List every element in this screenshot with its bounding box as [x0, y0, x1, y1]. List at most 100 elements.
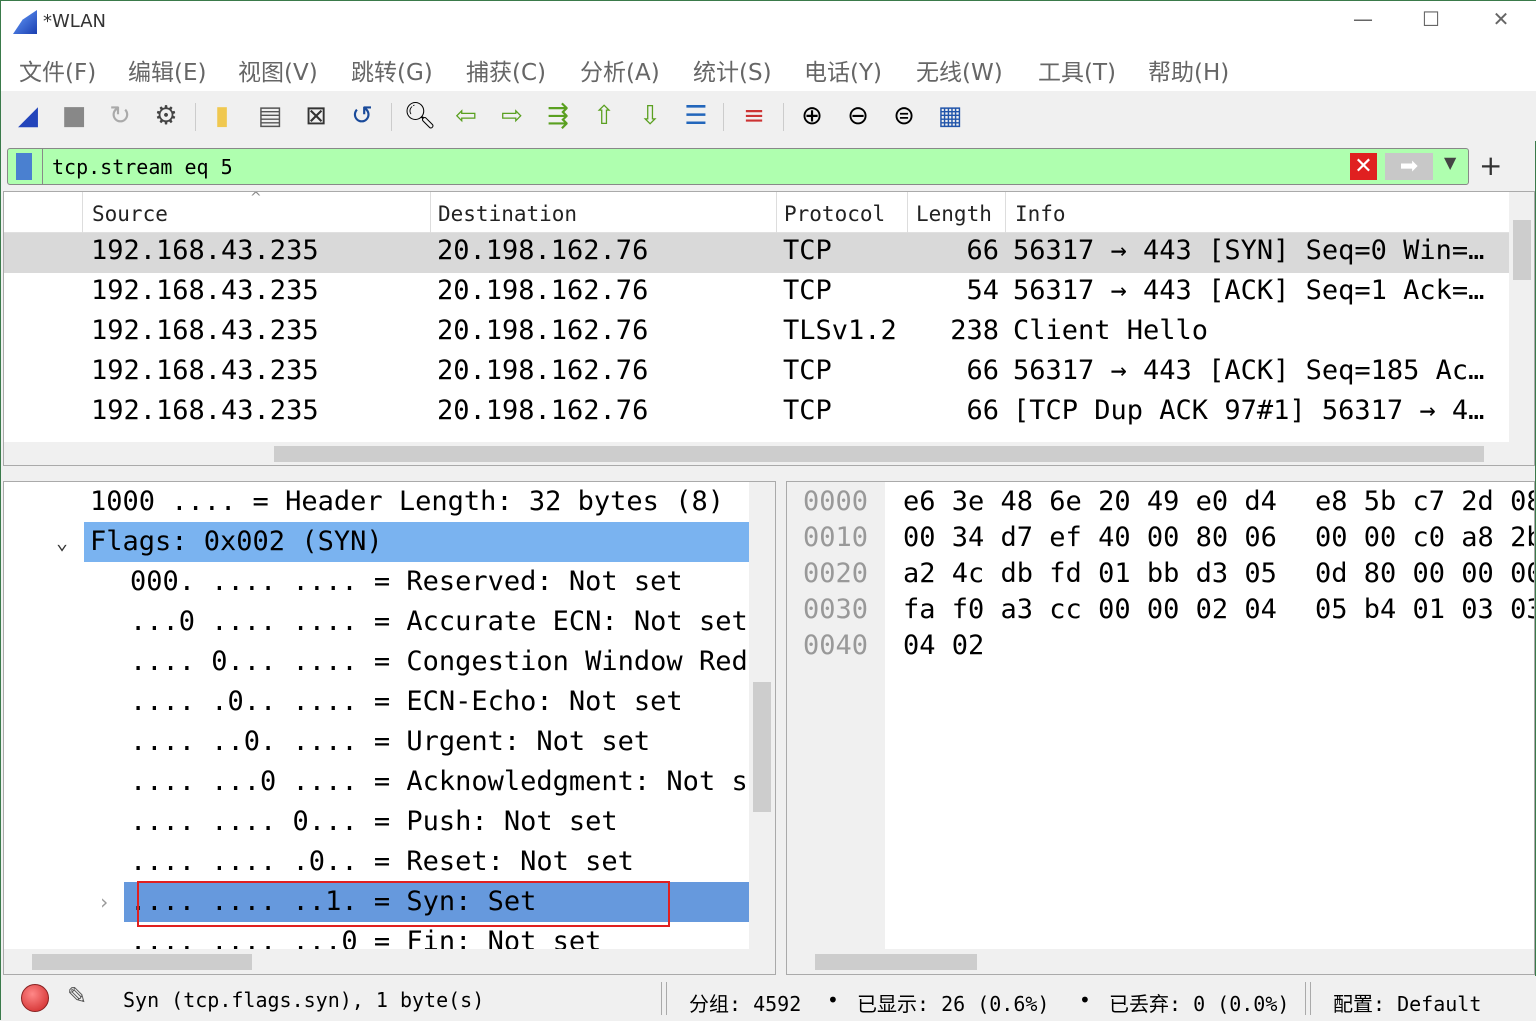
- add-filter-button[interactable]: +: [1479, 149, 1502, 182]
- tree-item[interactable]: ...0 .... .... = Accurate ECN: Not set: [130, 602, 748, 642]
- go-last-icon[interactable]: ⇩: [633, 99, 667, 133]
- tree-item[interactable]: 1000 .... = Header Length: 32 bytes (8): [90, 482, 724, 522]
- tree-item[interactable]: .... ...0 .... = Acknowledgment: Not set: [130, 762, 775, 802]
- hex-bytes[interactable]: 04 02: [903, 628, 984, 664]
- annotation-box: [137, 881, 670, 927]
- length: 54: [966, 275, 999, 306]
- hex-bytes[interactable]: a2 4c db fd 01 bb d3 05: [903, 556, 1277, 592]
- menu-analyze[interactable]: 分析(A): [580, 53, 660, 87]
- colorize-icon[interactable]: ≡: [737, 99, 771, 133]
- protocol: TCP: [783, 355, 832, 386]
- reload-file-icon[interactable]: ↺: [345, 99, 379, 133]
- status-packets: 分组: 4592: [689, 992, 802, 1016]
- column-length[interactable]: Length: [916, 202, 992, 226]
- menu-edit[interactable]: 编辑(E): [128, 53, 206, 87]
- column-info[interactable]: Info: [1015, 202, 1066, 226]
- column-protocol[interactable]: Protocol: [784, 202, 885, 226]
- filter-history-dropdown-icon[interactable]: ▼: [1444, 153, 1456, 172]
- go-back-icon[interactable]: ⇦: [449, 99, 483, 133]
- bytes-horizontal-scrollbar[interactable]: [787, 949, 1534, 974]
- maximize-button[interactable]: ☐: [1411, 7, 1451, 31]
- packet-list-horizontal-scrollbar[interactable]: [4, 442, 1534, 465]
- hex-bytes[interactable]: 05 b4 01 03 03: [1315, 592, 1534, 628]
- tree-item[interactable]: .... .... ...0 = Fin: Not set: [130, 922, 601, 950]
- resize-columns-icon[interactable]: ▦: [933, 99, 967, 133]
- capture-options-icon[interactable]: ⚙: [149, 99, 183, 133]
- menu-tools[interactable]: 工具(T): [1038, 53, 1116, 87]
- menu-view[interactable]: 视图(V): [238, 53, 318, 87]
- close-file-icon[interactable]: ⊠: [299, 99, 333, 133]
- status-profile[interactable]: 配置: Default: [1333, 988, 1481, 1017]
- display-filter-bar[interactable]: tcp.stream eq 5 ✕ ➡ ▼: [7, 148, 1469, 185]
- tree-item[interactable]: 000. .... .... = Reserved: Not set: [130, 562, 683, 602]
- destination: 20.198.162.76: [437, 275, 649, 306]
- menu-help[interactable]: 帮助(H): [1148, 53, 1229, 87]
- destination: 20.198.162.76: [437, 395, 649, 426]
- save-file-icon[interactable]: ▤: [253, 99, 287, 133]
- packet-bytes-pane: 0000 0010 0020 0030 0040 e6 3e 48 6e 20 …: [786, 481, 1535, 975]
- hex-bytes[interactable]: fa f0 a3 cc 00 00 02 04: [903, 592, 1277, 628]
- packet-row[interactable]: 192.168.43.235 20.198.162.76 TCP 66 56317 → …: [4, 353, 1509, 393]
- details-horizontal-scrollbar[interactable]: [4, 949, 775, 974]
- column-destination[interactable]: Destination: [438, 202, 577, 226]
- find-packet-icon[interactable]: 🔍︎: [403, 99, 437, 133]
- go-forward-icon[interactable]: ⇨: [495, 99, 529, 133]
- status-dropped: 已丢弃: 0 (0.0%): [1109, 992, 1290, 1016]
- hex-bytes[interactable]: e8 5b c7 2d 08: [1315, 484, 1534, 520]
- auto-scroll-icon[interactable]: ☰: [679, 99, 713, 133]
- start-capture-icon[interactable]: ◢: [11, 99, 45, 133]
- go-to-packet-icon[interactable]: ⇶: [541, 99, 575, 133]
- apply-filter-icon[interactable]: ➡: [1385, 153, 1433, 180]
- hex-bytes[interactable]: 00 34 d7 ef 40 00 80 06: [903, 520, 1277, 556]
- tree-item[interactable]: .... .... 0... = Push: Not set: [130, 802, 618, 842]
- length: 238: [950, 315, 999, 346]
- info: 56317 → 443 [SYN] Seq=0 Win=…: [1013, 235, 1485, 266]
- tree-item[interactable]: .... .... .0.. = Reset: Not set: [130, 842, 634, 882]
- menu-telephony[interactable]: 电话(Y): [804, 53, 882, 87]
- filter-input[interactable]: tcp.stream eq 5: [52, 155, 233, 179]
- protocol: TLSv1.2: [783, 315, 897, 346]
- tree-item[interactable]: .... .0.. .... = ECN-Echo: Not set: [130, 682, 683, 722]
- info: 56317 → 443 [ACK] Seq=1 Ack=…: [1013, 275, 1485, 306]
- packet-row[interactable]: 192.168.43.235 20.198.162.76 TCP 66 56317 → …: [4, 233, 1509, 273]
- restart-capture-icon[interactable]: ↻: [103, 99, 137, 133]
- protocol: TCP: [783, 275, 832, 306]
- tree-item-flags[interactable]: Flags: 0x002 (SYN): [84, 522, 749, 562]
- menu-wireless[interactable]: 无线(W): [916, 53, 1003, 87]
- zoom-in-icon[interactable]: ⊕: [795, 99, 829, 133]
- menu-statistics[interactable]: 统计(S): [693, 53, 772, 87]
- source: 192.168.43.235: [91, 235, 319, 266]
- packet-row[interactable]: 192.168.43.235 20.198.162.76 TCP 66 [TCP Dup…: [4, 393, 1509, 433]
- expand-chevron-icon[interactable]: ›: [98, 882, 110, 922]
- destination: 20.198.162.76: [437, 355, 649, 386]
- capture-comment-icon[interactable]: ✎: [67, 982, 87, 1010]
- close-button[interactable]: ✕: [1481, 7, 1521, 31]
- menu-capture[interactable]: 捕获(C): [466, 53, 546, 87]
- packet-list-header: Source ^ Destination Protocol Length Inf…: [4, 192, 1509, 233]
- collapse-chevron-icon[interactable]: ⌄: [56, 522, 68, 562]
- menu-go[interactable]: 跳转(G): [351, 53, 433, 87]
- zoom-normal-icon[interactable]: ⊜: [887, 99, 921, 133]
- hex-bytes[interactable]: 00 00 c0 a8 2b: [1315, 520, 1534, 556]
- stop-capture-icon[interactable]: ■: [57, 99, 91, 133]
- hex-bytes[interactable]: 0d 80 00 00 00: [1315, 556, 1534, 592]
- expert-info-icon[interactable]: [21, 984, 49, 1012]
- clear-filter-icon[interactable]: ✕: [1350, 153, 1377, 180]
- info: [TCP Dup ACK 97#1] 56317 → 4…: [1013, 395, 1485, 426]
- hex-bytes[interactable]: e6 3e 48 6e 20 49 e0 d4: [903, 484, 1277, 520]
- bookmark-icon[interactable]: [16, 153, 32, 180]
- column-source[interactable]: Source: [92, 202, 168, 226]
- packet-list-vertical-scrollbar[interactable]: [1509, 192, 1534, 442]
- tree-item[interactable]: .... ..0. .... = Urgent: Not set: [130, 722, 650, 762]
- minimize-button[interactable]: —: [1343, 7, 1383, 31]
- packet-row[interactable]: 192.168.43.235 20.198.162.76 TCP 54 56317 → …: [4, 273, 1509, 313]
- go-first-icon[interactable]: ⇧: [587, 99, 621, 133]
- length: 66: [966, 235, 999, 266]
- tree-item[interactable]: .... 0... .... = Congestion Window Reduc…: [130, 642, 775, 682]
- details-vertical-scrollbar[interactable]: [749, 482, 775, 949]
- packet-row[interactable]: 192.168.43.235 20.198.162.76 TLSv1.2 238 Cli…: [4, 313, 1509, 353]
- menu-file[interactable]: 文件(F): [19, 53, 96, 87]
- destination: 20.198.162.76: [437, 315, 649, 346]
- open-file-icon[interactable]: ▮: [205, 99, 239, 133]
- zoom-out-icon[interactable]: ⊖: [841, 99, 875, 133]
